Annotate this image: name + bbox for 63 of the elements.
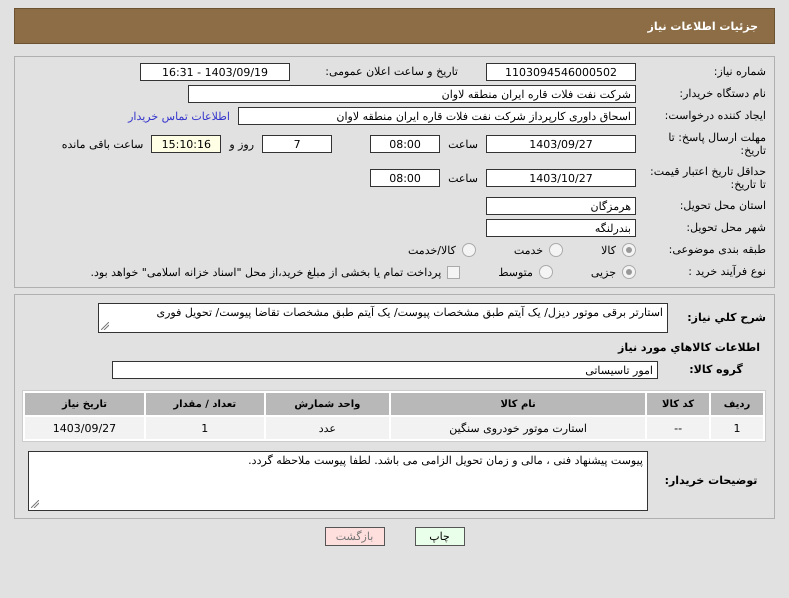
radio-button[interactable] [549, 243, 564, 257]
buyer-notes-field: پیوست پیشنهاد فنی ، مالی و زمان تحویل الزامی می باشد. لطفا پیوست ملاحظه گردد. [28, 451, 648, 511]
city-field: بندرلنگه [486, 219, 636, 237]
checkbox[interactable] [447, 266, 460, 278]
province-field: هرمزگان [486, 197, 636, 215]
field-label: ایجاد کننده درخواست: [664, 109, 766, 123]
field-label: استان محل تحویل: [678, 199, 766, 213]
table-cell: -- [647, 417, 710, 439]
time-label: ساعت [448, 172, 478, 184]
time-field: 08:00 [370, 169, 440, 187]
radio-button[interactable] [622, 265, 636, 279]
field-label: توضیحات خریدار: [664, 474, 758, 488]
option-label: خدمت [514, 244, 544, 256]
option-label: جزیی [590, 266, 616, 278]
field-label: گروه کالا: [688, 363, 744, 377]
field-label: نام دستگاه خریدار: [678, 87, 766, 101]
days-field: 7 [262, 135, 332, 153]
resize-grip-icon [31, 500, 39, 508]
table-cell: استارت موتور خودروی سنگین [391, 417, 646, 439]
field-label: شرح کلي نياز: [686, 311, 766, 325]
page-header: جزئیات اطلاعات نیاز [14, 8, 775, 44]
announce-date-field: 1403/09/19 - 16:31 [140, 63, 290, 81]
column-header: تعداد / مقدار [146, 393, 264, 415]
field-label: طبقه بندی موضوعی: [668, 243, 766, 257]
back-button[interactable]: بازگشت [324, 527, 384, 546]
requester-field: اسحاق داوری کارپرداز شرکت نفت فلات قاره ایران منطقه لاوان [238, 107, 636, 125]
table-cell: 1 [711, 417, 763, 439]
field-label: شهر محل تحویل: [685, 221, 766, 235]
resize-grip-icon [101, 322, 109, 330]
column-header: نام کالا [391, 393, 646, 415]
buyer-field: شرکت نفت فلات قاره ایران منطقه لاوان [188, 85, 636, 103]
checkbox-label: پرداخت تمام یا بخشی از مبلغ خرید،از محل "اسناد خزانه اسلامی" خواهد بود. [90, 266, 442, 278]
column-header: تاریخ نیاز [25, 393, 144, 415]
days-label: روز و [229, 138, 254, 150]
section-title: اطلاعات كالاهاي مورد نياز [616, 340, 761, 356]
buyer-contact-link[interactable]: اطلاعات تماس خریدار [128, 110, 230, 122]
option-label: متوسط [498, 266, 533, 278]
remaining-label: ساعت باقی مانده [62, 138, 144, 150]
option-label: کالا [601, 244, 616, 256]
description-field: استارتر برقی موتور دیزل/ یک آیتم طبق مشخصات پیوست/ یک آیتم طبق مشخصات تقاضا پیوست/ تحویل فوری [98, 303, 668, 333]
field-label: حداقل تاریخ اعتبار قیمت: تا تاریخ: [649, 164, 766, 192]
print-button[interactable]: چاپ [414, 527, 464, 546]
field-label: مهلت ارسال پاسخ: تا تاریخ: [667, 130, 766, 158]
date-field: 1403/10/27 [486, 169, 636, 187]
field-label: نوع فرآیند خرید : [687, 265, 766, 279]
radio-button[interactable] [538, 265, 553, 279]
date-field: 1403/09/27 [486, 135, 636, 153]
goods-group-field: امور تاسیساتی [112, 361, 658, 379]
time-field: 08:00 [370, 135, 440, 153]
radio-button[interactable] [462, 243, 476, 257]
table-cell: 1 [146, 417, 264, 439]
column-header: کد کالا [647, 393, 710, 415]
radio-button[interactable] [622, 243, 636, 257]
need-number-field: 1103094546000502 [486, 63, 636, 81]
field-label: شماره نیاز: [712, 65, 766, 79]
column-header: واحد شمارش [266, 393, 390, 415]
column-header: ردیف [711, 393, 763, 415]
table-cell: 1403/09/27 [25, 417, 144, 439]
option-label: کالا/خدمت [408, 244, 456, 256]
time-label: ساعت [448, 138, 478, 150]
remaining-time-field: 15:10:16 [151, 135, 222, 153]
table-cell: عدد [266, 417, 390, 439]
field-label: تاریخ و ساعت اعلان عمومی: [324, 65, 458, 79]
